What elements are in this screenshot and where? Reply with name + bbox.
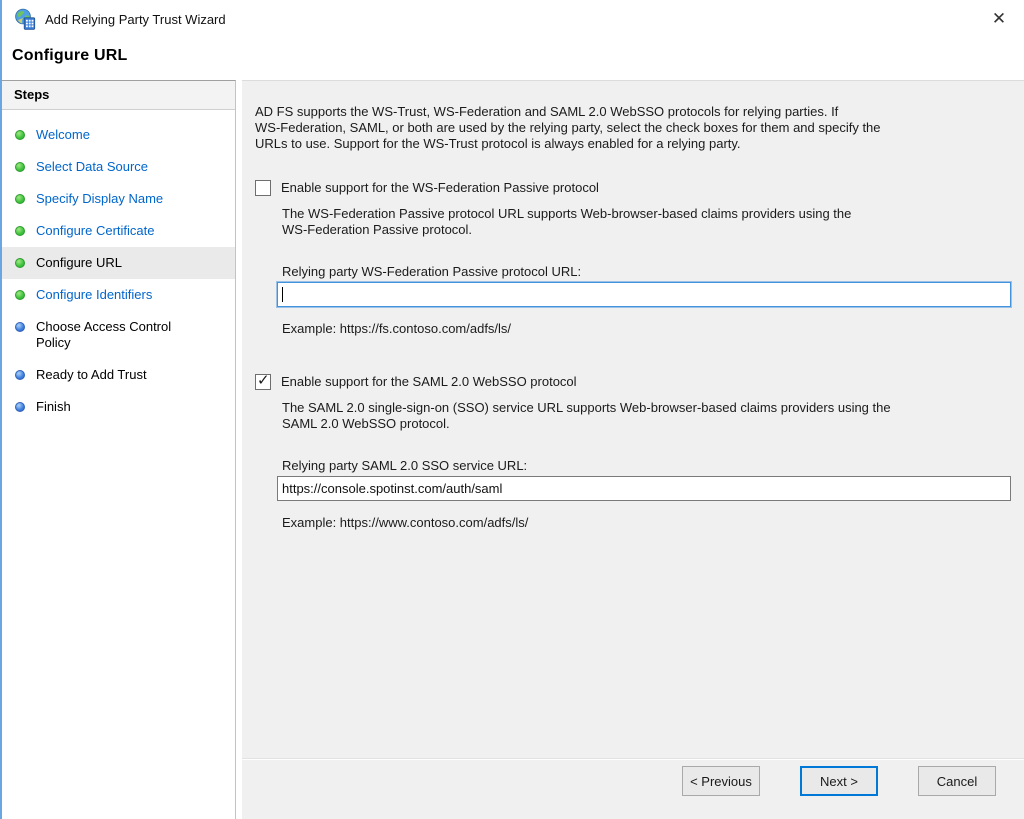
step-status-dot (15, 258, 25, 268)
step-status-dot (15, 290, 25, 300)
page-title: Configure URL (2, 38, 1024, 80)
steps-header: Steps (2, 81, 235, 110)
wsfed-checkbox-row: Enable support for the WS-Federation Pas… (255, 180, 1012, 196)
button-bar: < Previous Next > Cancel (642, 766, 996, 796)
step-status-dot (15, 226, 25, 236)
wsfed-example-text: Example: https://fs.contoso.com/adfs/ls/ (282, 321, 1012, 337)
step-item-select-data-source[interactable]: Select Data Source (2, 151, 235, 183)
wsfed-section: The WS-Federation Passive protocol URL s… (282, 206, 1012, 337)
saml-checkbox[interactable]: ✓ (255, 374, 271, 390)
wsfed-checkbox[interactable] (255, 180, 271, 196)
step-item-finish: Finish (2, 391, 235, 423)
wizard-content: Steps Welcome Select Data Source Specify… (2, 80, 1024, 819)
wsfed-description: The WS-Federation Passive protocol URL s… (282, 206, 1012, 238)
window-title: Add Relying Party Trust Wizard (45, 12, 226, 27)
button-separator (242, 758, 1024, 760)
step-status-dot (15, 370, 25, 380)
step-item-configure-identifiers[interactable]: Configure Identifiers (2, 279, 235, 311)
step-item-choose-access-control-policy: Choose Access Control Policy (2, 311, 235, 359)
saml-checkbox-label: Enable support for the SAML 2.0 WebSSO p… (281, 374, 577, 390)
step-status-dot (15, 130, 25, 140)
wsfed-url-input-wrap (277, 282, 1012, 307)
previous-button[interactable]: < Previous (682, 766, 760, 796)
saml-checkbox-row: ✓ Enable support for the SAML 2.0 WebSSO… (255, 374, 1012, 390)
step-item-specify-display-name[interactable]: Specify Display Name (2, 183, 235, 215)
step-status-dot (15, 322, 25, 332)
next-button[interactable]: Next > (800, 766, 878, 796)
main-panel: AD FS supports the WS-Trust, WS-Federati… (242, 80, 1024, 819)
saml-url-label: Relying party SAML 2.0 SSO service URL: (282, 458, 1012, 474)
wizard-window: Add Relying Party Trust Wizard ✕ Configu… (0, 0, 1024, 819)
wsfed-checkbox-label: Enable support for the WS-Federation Pas… (281, 180, 599, 196)
intro-text: AD FS supports the WS-Trust, WS-Federati… (255, 104, 1012, 152)
steps-list: Welcome Select Data Source Specify Displ… (2, 119, 235, 423)
cancel-button[interactable]: Cancel (918, 766, 996, 796)
step-item-configure-url: Configure URL (2, 247, 235, 279)
text-caret (282, 287, 283, 302)
wsfed-url-label: Relying party WS-Federation Passive prot… (282, 264, 1012, 280)
step-item-ready-to-add-trust: Ready to Add Trust (2, 359, 235, 391)
close-icon[interactable]: ✕ (982, 4, 1016, 34)
saml-section: The SAML 2.0 single-sign-on (SSO) servic… (282, 400, 1012, 531)
title-bar: Add Relying Party Trust Wizard ✕ (2, 0, 1024, 38)
steps-sidebar: Steps Welcome Select Data Source Specify… (2, 80, 236, 819)
step-status-dot (15, 194, 25, 204)
step-item-welcome[interactable]: Welcome (2, 119, 235, 151)
step-status-dot (15, 402, 25, 412)
saml-description: The SAML 2.0 single-sign-on (SSO) servic… (282, 400, 1012, 432)
step-status-dot (15, 162, 25, 172)
saml-url-input[interactable] (277, 476, 1011, 501)
saml-url-input-wrap (277, 476, 1012, 501)
check-icon: ✓ (257, 372, 270, 390)
saml-example-text: Example: https://www.contoso.com/adfs/ls… (282, 515, 1012, 531)
wsfed-url-input[interactable] (277, 282, 1011, 307)
adfs-wizard-icon (14, 8, 36, 30)
step-item-configure-certificate[interactable]: Configure Certificate (2, 215, 235, 247)
